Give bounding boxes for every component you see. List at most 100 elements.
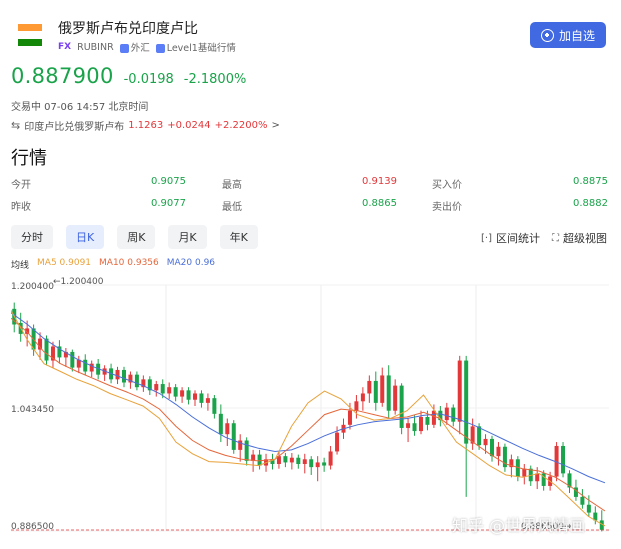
ma5-line (11, 310, 606, 527)
india-flag-icon (18, 24, 42, 46)
category-icon (119, 44, 129, 53)
candle-body (522, 468, 527, 477)
fx-badge: FX (58, 42, 72, 52)
ma20-legend: MA20 0.96 (166, 258, 216, 268)
candle-body (173, 387, 178, 397)
candle-body (199, 393, 204, 403)
stats-row: 今开 0.9075 最高 0.9139 买入价 0.8875 (11, 176, 608, 198)
interval-stats-button[interactable]: [·] 区间统计 (481, 230, 540, 246)
candle-body (425, 416, 430, 425)
candle-body (418, 416, 423, 432)
tab-intraday[interactable]: 分时 (11, 225, 53, 249)
tab-weekly-k[interactable]: 周K (117, 225, 156, 249)
super-view-label: 超级视图 (563, 232, 607, 245)
level-tag: Level1基础行情 (155, 40, 236, 54)
inverse-pair-label: 印度卢比兑俄罗斯卢布 (24, 122, 125, 133)
candle-body (586, 504, 591, 513)
high-value: 0.9139 (362, 176, 397, 187)
candle-body (386, 375, 391, 411)
chart-tools: [·] 区间统计 ⛶ 超级视图 (481, 230, 607, 246)
candle-body (322, 462, 327, 466)
swap-icon: ⇆ (11, 119, 21, 132)
candle-body (335, 432, 340, 452)
watermark: 知乎 @世界风情画 (452, 516, 586, 535)
price-row: 0.887900 -0.0198 -2.1800% (11, 64, 246, 88)
super-view-button[interactable]: ⛶ 超级视图 (552, 230, 607, 246)
candle-body (121, 369, 126, 383)
candle-body (444, 407, 449, 421)
instrument-code: RUBINR (77, 41, 114, 53)
candle-body (302, 459, 307, 464)
candle-body (83, 359, 88, 372)
inverse-change: +0.0244 (167, 120, 211, 131)
quote-stats: 今开 0.9075 最高 0.9139 买入价 0.8875 昨收 0.9077… (11, 176, 608, 220)
candle-body (212, 398, 217, 414)
candle-body (496, 446, 501, 457)
candle-body (44, 338, 49, 361)
y-tick-label: 1.043450 (11, 405, 54, 415)
category-tag: 外汇 (119, 40, 150, 54)
tab-monthly-k[interactable]: 月K (168, 225, 207, 249)
tab-daily-k[interactable]: 日K (66, 225, 105, 249)
candle-body (483, 438, 488, 446)
open-label: 今开 (11, 180, 31, 191)
period-tabs: 分时 日K 周K 月K 年K (11, 225, 258, 249)
add-watchlist-label: 加自选 (558, 28, 595, 43)
candle-body (160, 384, 165, 394)
flag-stripe-top (18, 24, 42, 32)
candle-body (218, 413, 223, 435)
candle-body (193, 393, 198, 400)
candle-body (477, 426, 482, 446)
candle-body (186, 390, 191, 400)
inverse-price: 1.1263 (128, 120, 164, 131)
flag-stripe-middle (18, 31, 42, 39)
candle-body (399, 385, 404, 428)
candle-body (296, 457, 301, 464)
ma10-legend: MA10 0.9356 (99, 258, 159, 268)
candle-body (464, 360, 469, 444)
max-marker-label: ←1.200400 (53, 277, 104, 287)
candle-body (328, 451, 333, 466)
candle-body (406, 423, 411, 428)
expand-icon: ⛶ (552, 232, 559, 244)
high-label: 最高 (222, 180, 242, 191)
low-value: 0.8865 (362, 198, 397, 209)
candle-body (205, 398, 210, 403)
bid-value: 0.8875 (573, 176, 608, 187)
candle-body (580, 496, 585, 505)
open-value: 0.9075 (151, 176, 186, 187)
ask-value: 0.8882 (573, 198, 608, 209)
candle-body (367, 380, 372, 394)
candle-body (354, 401, 359, 411)
ma-legend: 均线 MA5 0.9091 MA10 0.9356 MA20 0.96 (11, 258, 215, 271)
plus-circle-icon (540, 28, 554, 42)
candle-body (115, 369, 120, 380)
candle-body (134, 374, 139, 388)
candle-body (167, 387, 172, 394)
inverse-change-pct: +2.2200% (214, 120, 268, 131)
instrument-name: 俄罗斯卢布兑印度卢比 (58, 21, 198, 37)
low-label: 最低 (222, 202, 242, 213)
candle-body (490, 438, 495, 457)
candle-body (380, 375, 385, 403)
candle-body (225, 423, 230, 435)
candle-body (360, 393, 365, 402)
instrument-meta: FX RUBINR 外汇 Level1基础行情 (58, 40, 236, 55)
interval-stats-label: 区间统计 (496, 232, 540, 245)
tab-yearly-k[interactable]: 年K (219, 225, 258, 249)
prev-close-value: 0.9077 (151, 198, 186, 209)
candle-body (393, 385, 398, 411)
price-change-pct: -2.1800% (183, 72, 247, 87)
trading-status: 交易中 07-06 14:57 北京时间 (11, 102, 149, 113)
candle-body (231, 423, 236, 450)
flag-stripe-bottom (18, 38, 42, 46)
kline-chart[interactable]: 1.2004001.0434500.886500←1.2004000.88650… (11, 276, 609, 539)
candle-body (257, 454, 262, 466)
add-watchlist-button[interactable]: 加自选 (530, 22, 606, 48)
level-icon (155, 44, 165, 53)
candle-body (431, 410, 436, 425)
y-tick-label: 0.886500 (11, 522, 54, 532)
candle-body (373, 380, 378, 403)
inverse-pair-link[interactable]: ⇆ 印度卢比兑俄罗斯卢布 1.1263 +0.0244 +2.2200% > (11, 118, 280, 133)
candle-body (70, 351, 75, 368)
